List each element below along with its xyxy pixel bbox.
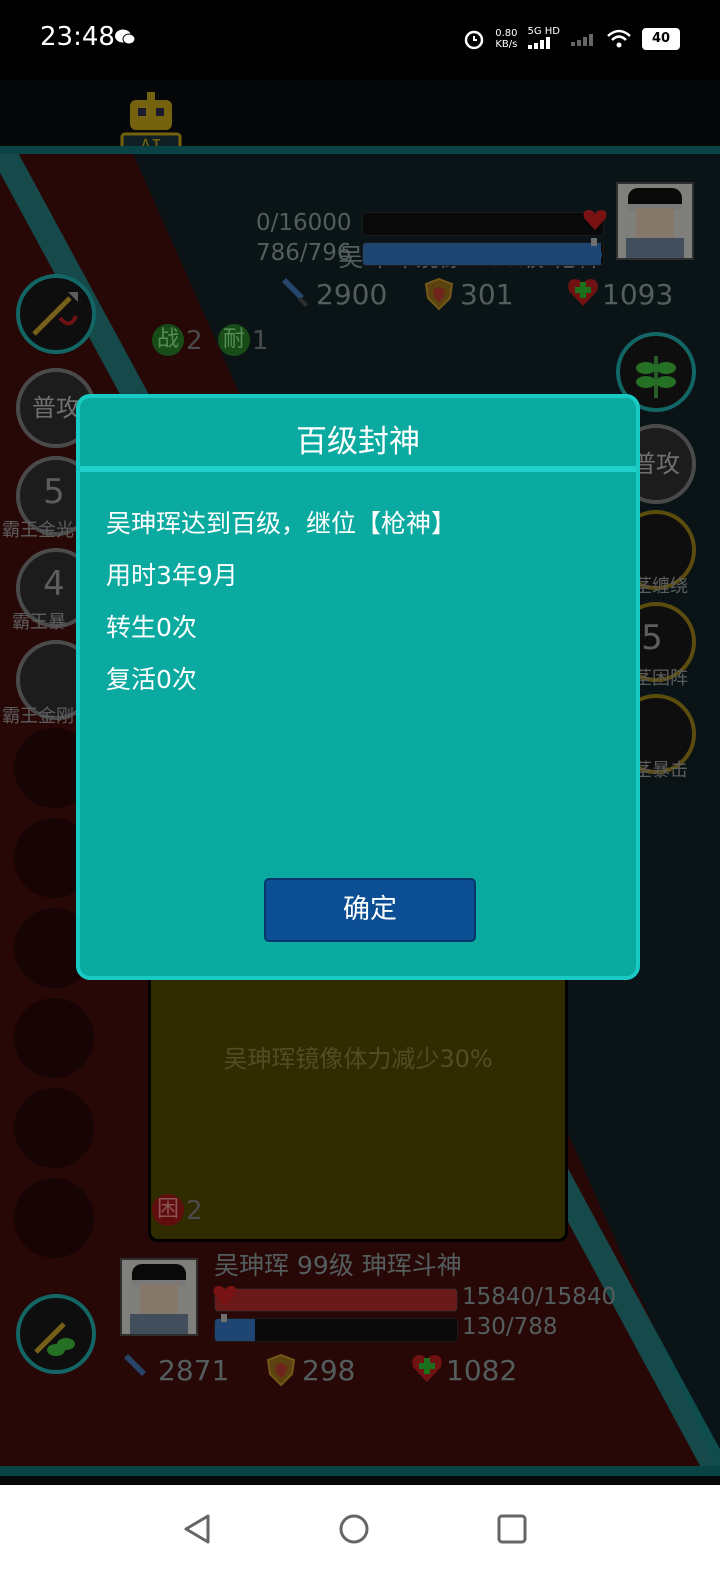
status-bar: 23:48 0.80 KB/s 5G HD 40 [0,0,720,80]
dialog-divider [80,466,636,472]
network-label: 5G HD [527,26,560,37]
alarm-icon [464,30,484,50]
signal-icon [528,37,551,49]
net-speed-unit: KB/s [495,39,518,50]
dialog-line-time: 用时3年9月 [106,561,238,590]
system-nav-bar [0,1485,720,1592]
battery-icon: 40 [642,28,680,50]
dialog-line-revive: 复活0次 [106,665,197,694]
recents-square-icon[interactable] [496,1513,528,1545]
net-speed-value: 0.80 [495,28,518,39]
level-up-dialog: 百级封神 吴珅珲达到百级，继位【枪神】 用时3年9月 转生0次 复活0次 确定 [76,394,640,980]
status-icons: 0.80 KB/s 5G HD 40 [463,24,680,54]
wechat-icon [115,29,136,45]
confirm-button[interactable]: 确定 [264,878,476,942]
back-triangle-icon[interactable] [182,1513,212,1545]
dialog-title: 百级封神 [296,424,420,460]
dialog-line-inherit: 吴珅珲达到百级，继位【枪神】 [106,509,457,538]
dialog-line-rebirth: 转生0次 [106,613,197,642]
signal-weak-icon [571,34,593,46]
wifi-icon [607,29,631,48]
clock: 23:48 [40,22,115,52]
network-type: 5G HD [527,26,560,52]
home-circle-icon[interactable] [338,1513,370,1545]
net-speed: 0.80 KB/s [495,28,517,50]
